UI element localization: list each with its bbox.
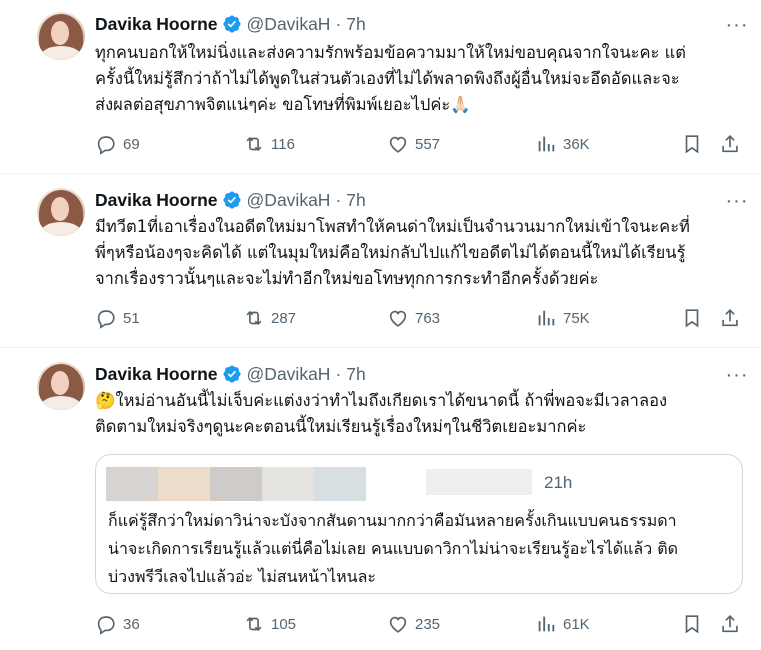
like-count: 235 (415, 615, 441, 633)
repost-count: 116 (271, 135, 295, 153)
quoted-tweet[interactable]: 21h ก็แค่รู้สึกว่าใหม่ดาวิน่าจะบังจากสัน… (95, 454, 743, 594)
tweet[interactable]: Davika Hoorne @DavikaH · 7h ··· มีทวีต1ท… (0, 174, 761, 348)
quote-text-line: น่าจะเกิดการเรียนรู้แล้วแต่นี่คือไม่เลย … (108, 539, 679, 558)
repost-icon (246, 616, 262, 632)
timestamp[interactable]: 7h (346, 364, 365, 385)
repost-button[interactable]: 116 (243, 132, 295, 156)
tweet-text-line: 🤔ใหม่อ่านอันนี้ไม่เจ็บค่ะแต่งงว่าทำไมถึง… (95, 391, 668, 410)
like-button[interactable]: 557 (387, 132, 440, 156)
repost-count: 105 (271, 615, 297, 633)
bookmark-button[interactable] (681, 306, 709, 330)
timestamp[interactable]: 7h (346, 190, 365, 211)
tweet-header: Davika Hoorne @DavikaH · 7h (95, 13, 366, 35)
quote-text-line: ก็แค่รู้สึกว่าใหม่ดาวิน่าจะบังจากสันดานม… (108, 511, 677, 530)
tweet-text: 🤔ใหม่อ่านอันนี้ไม่เจ็บค่ะแต่งงว่าทำไมถึง… (95, 388, 735, 440)
reply-icon (97, 136, 115, 155)
reply-button[interactable]: 36 (95, 612, 140, 636)
quote-text-line: บ่วงพรีวีเลจไปแล้วอ่ะ ไม่สนหน้าไหนละ (108, 567, 377, 586)
repost-button[interactable]: 105 (243, 612, 296, 636)
verified-badge-icon (223, 191, 241, 209)
tweet-actions: 36 105 235 61K (95, 612, 745, 636)
like-count: 763 (415, 309, 441, 327)
timestamp[interactable]: 7h (346, 14, 365, 35)
reply-button[interactable]: 69 (95, 132, 140, 156)
quote-text: ก็แค่รู้สึกว่าใหม่ดาวิน่าจะบังจากสันดานม… (108, 507, 734, 591)
reply-button[interactable]: 51 (95, 306, 140, 330)
author-handle[interactable]: @DavikaH (247, 14, 331, 35)
share-button[interactable] (719, 306, 747, 330)
bookmark-icon (685, 135, 699, 154)
blurred-quote-handle (426, 469, 532, 495)
author-name[interactable]: Davika Hoorne (95, 364, 218, 385)
avatar[interactable] (37, 362, 85, 410)
bookmark-button[interactable] (681, 132, 709, 156)
like-count: 557 (415, 135, 441, 153)
reply-count: 51 (123, 309, 140, 327)
tweet-text-line: ส่งผลต่อสุขภาพจิตแน่ๆค่ะ ขอโทษที่พิมพ์เย… (95, 95, 471, 114)
share-button[interactable] (719, 132, 747, 156)
tweet[interactable]: Davika Hoorne @DavikaH · 7h ··· ทุกคนบอก… (0, 0, 761, 174)
views-count: 36K (563, 135, 590, 153)
reply-icon (97, 310, 115, 329)
share-icon (722, 615, 738, 633)
views-button[interactable]: 61K (535, 612, 590, 636)
blurred-quote-author (106, 467, 392, 501)
bookmark-icon (685, 615, 699, 634)
tweet-actions: 51 287 763 75K (95, 306, 745, 330)
reply-count: 36 (123, 615, 140, 633)
tweet-actions: 69 116 557 36K (95, 132, 745, 156)
share-button[interactable] (719, 612, 747, 636)
tweet-text-line: พี่ๆหรือน้องๆจะคิดได้ แต่ในมุมใหม่คือใหม… (95, 243, 686, 262)
tweet-header: Davika Hoorne @DavikaH · 7h (95, 189, 366, 211)
share-icon (722, 135, 738, 153)
views-button[interactable]: 75K (535, 306, 590, 330)
views-count: 61K (563, 615, 590, 633)
share-icon (722, 309, 738, 327)
quote-timestamp[interactable]: 21h (544, 473, 572, 493)
more-icon[interactable]: ··· (725, 365, 749, 389)
repost-icon (246, 136, 262, 152)
author-handle[interactable]: @DavikaH (247, 364, 331, 385)
like-button[interactable]: 235 (387, 612, 440, 636)
reply-icon (97, 616, 115, 635)
author-handle[interactable]: @DavikaH (247, 190, 331, 211)
more-icon[interactable]: ··· (725, 15, 749, 39)
separator: · (335, 363, 342, 384)
avatar[interactable] (37, 188, 85, 236)
separator: · (335, 13, 342, 34)
views-count: 75K (563, 309, 590, 327)
tweet-text-line: ครั้งนี้ใหม่รู้สึกว่าถ้าไม่ได้พูดในส่วนต… (95, 69, 680, 88)
bookmark-icon (685, 309, 699, 328)
repost-count: 287 (271, 309, 297, 327)
like-icon (389, 136, 407, 153)
tweet-text: มีทวีต1ที่เอาเรื่องในอดีตใหม่มาโพสทำให้ค… (95, 214, 735, 292)
tweet-text-line: มีทวีต1ที่เอาเรื่องในอดีตใหม่มาโพสทำให้ค… (95, 217, 690, 236)
like-icon (389, 616, 407, 633)
author-name[interactable]: Davika Hoorne (95, 190, 218, 211)
like-button[interactable]: 763 (387, 306, 440, 330)
views-button[interactable]: 36K (535, 132, 590, 156)
repost-icon (246, 310, 262, 326)
author-name[interactable]: Davika Hoorne (95, 14, 218, 35)
tweet-text-line: จากเรื่องราวนั้นๆและจะไม่ทำอีกใหม่ขอโทษท… (95, 269, 599, 288)
tweet-text: ทุกคนบอกให้ใหม่นิ่งและส่งความรักพร้อมข้อ… (95, 40, 735, 118)
tweet-header: Davika Hoorne @DavikaH · 7h (95, 363, 366, 385)
reply-count: 69 (123, 135, 140, 153)
views-icon (538, 136, 555, 152)
tweet[interactable]: Davika Hoorne @DavikaH · 7h ··· 🤔ใหม่อ่า… (0, 348, 761, 650)
avatar[interactable] (37, 12, 85, 60)
more-icon[interactable]: ··· (725, 191, 749, 215)
verified-badge-icon (223, 15, 241, 33)
repost-button[interactable]: 287 (243, 306, 296, 330)
tweet-text-line: ทุกคนบอกให้ใหม่นิ่งและส่งความรักพร้อมข้อ… (95, 43, 687, 62)
verified-badge-icon (223, 365, 241, 383)
bookmark-button[interactable] (681, 612, 709, 636)
views-icon (538, 616, 555, 632)
like-icon (389, 310, 407, 327)
tweet-text-line: ติดตามใหม่จริงๆดูนะคะตอนนี้ใหม่เรียนรู้เ… (95, 417, 587, 436)
views-icon (538, 310, 555, 326)
separator: · (335, 189, 342, 210)
